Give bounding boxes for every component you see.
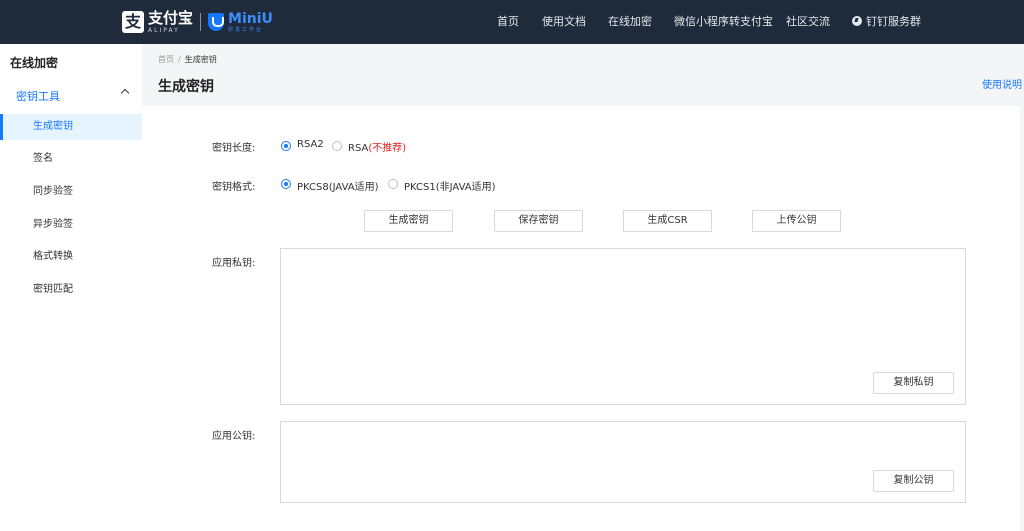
breadcrumb-separator: / <box>178 55 181 64</box>
alipay-logo-icon: 支 <box>122 11 144 33</box>
nav-docs[interactable]: 使用文档 <box>542 0 586 44</box>
private-key-textarea[interactable] <box>280 248 966 405</box>
nav-online-encrypt[interactable]: 在线加密 <box>608 0 652 44</box>
sidebar-item-async-verify[interactable]: 异步验签 <box>0 212 142 238</box>
sidebar: 在线加密 密钥工具 生成密钥 签名 同步验签 异步验签 格式转换 密钥匹配 <box>0 44 142 531</box>
private-key-label: 应用私钥: <box>212 258 256 269</box>
radio-rsa2-label[interactable]: RSA2 <box>297 139 324 150</box>
alipay-cn-name: 支付宝 <box>148 8 194 27</box>
miniu-name: MiniU <box>228 10 273 27</box>
alipay-wordmark: 支付宝 ALIPAY <box>148 8 194 34</box>
nav-wechat-to-alipay[interactable]: 微信小程序转支付宝 <box>674 0 773 44</box>
sidebar-item-generate-key[interactable]: 生成密钥 <box>0 114 142 140</box>
sidebar-item-format-convert[interactable]: 格式转换 <box>0 244 142 270</box>
nav-dingtalk-label: 钉钉服务群 <box>866 15 921 28</box>
copy-public-key-button[interactable]: 复制公钥 <box>873 470 954 492</box>
public-key-textarea[interactable] <box>280 421 966 503</box>
radio-pkcs1-label[interactable]: PKCS1(非JAVA适用) <box>404 178 496 193</box>
miniu-wordmark: MiniU 研发工作台 <box>228 12 273 33</box>
sidebar-group-key-tools[interactable]: 密钥工具 <box>16 88 60 104</box>
sidebar-title: 在线加密 <box>10 56 59 70</box>
page-title: 生成密钥 <box>158 79 214 95</box>
nav-dingtalk-group[interactable]: 钉钉服务群 <box>852 0 921 44</box>
top-navigation-bar: 支 支付宝 ALIPAY MiniU 研发工作台 首页 使用文档 在线加密 微信… <box>0 0 1024 44</box>
nav-community[interactable]: 社区交流 <box>786 0 830 44</box>
radio-rsa-text: RSA <box>348 143 369 154</box>
chevron-up-icon[interactable] <box>120 88 130 98</box>
form-card: 密钥长度: RSA2 RSA(不推荐) 密钥格式: PKCS8(JAVA适用) … <box>142 106 1020 531</box>
upload-public-key-button[interactable]: 上传公钥 <box>752 210 841 232</box>
rsa-not-recommended: (不推荐) <box>368 143 407 154</box>
key-length-label: 密钥长度: <box>212 143 256 154</box>
radio-pkcs1[interactable] <box>388 179 398 189</box>
generate-csr-button[interactable]: 生成CSR <box>623 210 712 232</box>
logo-divider <box>200 13 202 31</box>
radio-pkcs8[interactable] <box>281 179 291 189</box>
save-key-button[interactable]: 保存密钥 <box>494 210 583 232</box>
logo[interactable]: 支 支付宝 ALIPAY MiniU 研发工作台 <box>122 8 273 36</box>
copy-private-key-button[interactable]: 复制私钥 <box>873 372 954 394</box>
radio-rsa-label[interactable]: RSA(不推荐) <box>348 139 406 154</box>
nav-home[interactable]: 首页 <box>497 0 519 44</box>
sidebar-item-sign[interactable]: 签名 <box>0 146 142 172</box>
sidebar-item-key-match[interactable]: 密钥匹配 <box>0 277 142 303</box>
alipay-en-name: ALIPAY <box>148 26 180 34</box>
breadcrumb: 首页 / 生成密钥 <box>158 54 217 65</box>
help-link[interactable]: 使用说明 <box>982 76 1022 91</box>
sidebar-item-sync-verify[interactable]: 同步验签 <box>0 179 142 205</box>
radio-rsa2[interactable] <box>281 141 291 151</box>
key-format-label: 密钥格式: <box>212 182 256 193</box>
breadcrumb-current: 生成密钥 <box>184 55 217 64</box>
radio-rsa[interactable] <box>332 141 342 151</box>
miniu-logo-icon <box>208 13 225 31</box>
miniu-subtitle: 研发工作台 <box>228 26 264 33</box>
breadcrumb-home[interactable]: 首页 <box>158 55 174 64</box>
radio-pkcs8-label[interactable]: PKCS8(JAVA适用) <box>297 178 379 193</box>
generate-key-button[interactable]: 生成密钥 <box>364 210 453 232</box>
public-key-label: 应用公钥: <box>212 431 256 442</box>
dingtalk-icon <box>852 16 862 26</box>
